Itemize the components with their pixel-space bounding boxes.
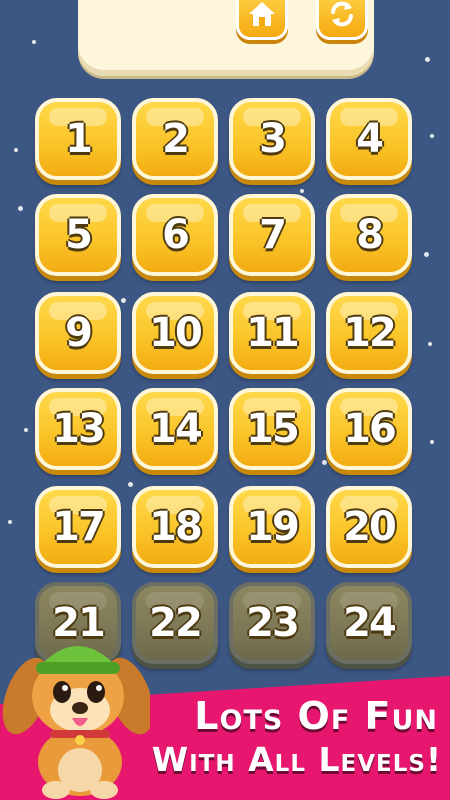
level-number: 1 xyxy=(65,116,93,162)
level-button[interactable]: 6 xyxy=(132,194,218,276)
level-button[interactable]: 8 xyxy=(326,194,412,276)
home-button[interactable] xyxy=(236,0,288,40)
level-number: 4 xyxy=(356,116,384,162)
level-number: 17 xyxy=(52,504,106,550)
level-number: 21 xyxy=(52,600,106,646)
level-button[interactable]: 15 xyxy=(229,388,315,470)
level-number: 9 xyxy=(65,310,93,356)
level-number: 20 xyxy=(343,504,397,550)
level-button[interactable]: 18 xyxy=(132,486,218,568)
level-number: 12 xyxy=(343,310,397,356)
level-button[interactable]: 4 xyxy=(326,98,412,180)
level-button[interactable]: 17 xyxy=(35,486,121,568)
level-number: 2 xyxy=(162,116,190,162)
level-button[interactable]: 12 xyxy=(326,292,412,374)
star-sparkle xyxy=(322,460,327,465)
restart-button[interactable] xyxy=(316,0,368,40)
star-sparkle xyxy=(8,520,12,524)
level-button[interactable]: 3 xyxy=(229,98,315,180)
level-button-locked[interactable]: 24 xyxy=(326,582,412,664)
level-number: 16 xyxy=(343,406,397,452)
banner-headline: Lots Of Fun xyxy=(194,694,438,738)
top-panel xyxy=(78,0,374,76)
level-button[interactable]: 1 xyxy=(35,98,121,180)
star-sparkle xyxy=(128,482,133,487)
level-number: 11 xyxy=(246,310,300,356)
level-button[interactable]: 11 xyxy=(229,292,315,374)
star-sparkle xyxy=(430,134,434,138)
level-number: 10 xyxy=(149,310,203,356)
level-button[interactable]: 7 xyxy=(229,194,315,276)
level-button-locked[interactable]: 23 xyxy=(229,582,315,664)
star-sparkle xyxy=(14,148,18,152)
level-number: 22 xyxy=(149,600,203,646)
level-number: 3 xyxy=(259,116,287,162)
level-number: 15 xyxy=(246,406,300,452)
level-button[interactable]: 13 xyxy=(35,388,121,470)
home-icon xyxy=(249,2,275,26)
star-sparkle xyxy=(18,206,23,211)
star-sparkle xyxy=(121,298,126,303)
star-sparkle xyxy=(425,57,430,62)
star-sparkle xyxy=(300,189,304,193)
star-sparkle xyxy=(430,440,434,444)
level-button[interactable]: 14 xyxy=(132,388,218,470)
star-sparkle xyxy=(24,428,28,432)
restart-icon xyxy=(331,1,353,27)
level-button[interactable]: 16 xyxy=(326,388,412,470)
level-button[interactable]: 20 xyxy=(326,486,412,568)
level-number: 24 xyxy=(343,600,397,646)
level-number: 14 xyxy=(149,406,203,452)
star-sparkle xyxy=(32,40,36,44)
level-number: 23 xyxy=(246,600,300,646)
level-number: 5 xyxy=(65,212,93,258)
level-button[interactable]: 19 xyxy=(229,486,315,568)
level-number: 13 xyxy=(52,406,106,452)
level-button[interactable]: 2 xyxy=(132,98,218,180)
level-button[interactable]: 9 xyxy=(35,292,121,374)
level-number: 18 xyxy=(149,504,203,550)
banner-subline: With All Levels! xyxy=(151,740,442,779)
star-sparkle xyxy=(424,252,429,257)
level-number: 8 xyxy=(356,212,384,258)
level-button[interactable]: 10 xyxy=(132,292,218,374)
level-number: 19 xyxy=(246,504,300,550)
level-button[interactable]: 5 xyxy=(35,194,121,276)
star-sparkle xyxy=(428,342,432,346)
level-number: 7 xyxy=(259,212,287,258)
level-number: 6 xyxy=(162,212,190,258)
